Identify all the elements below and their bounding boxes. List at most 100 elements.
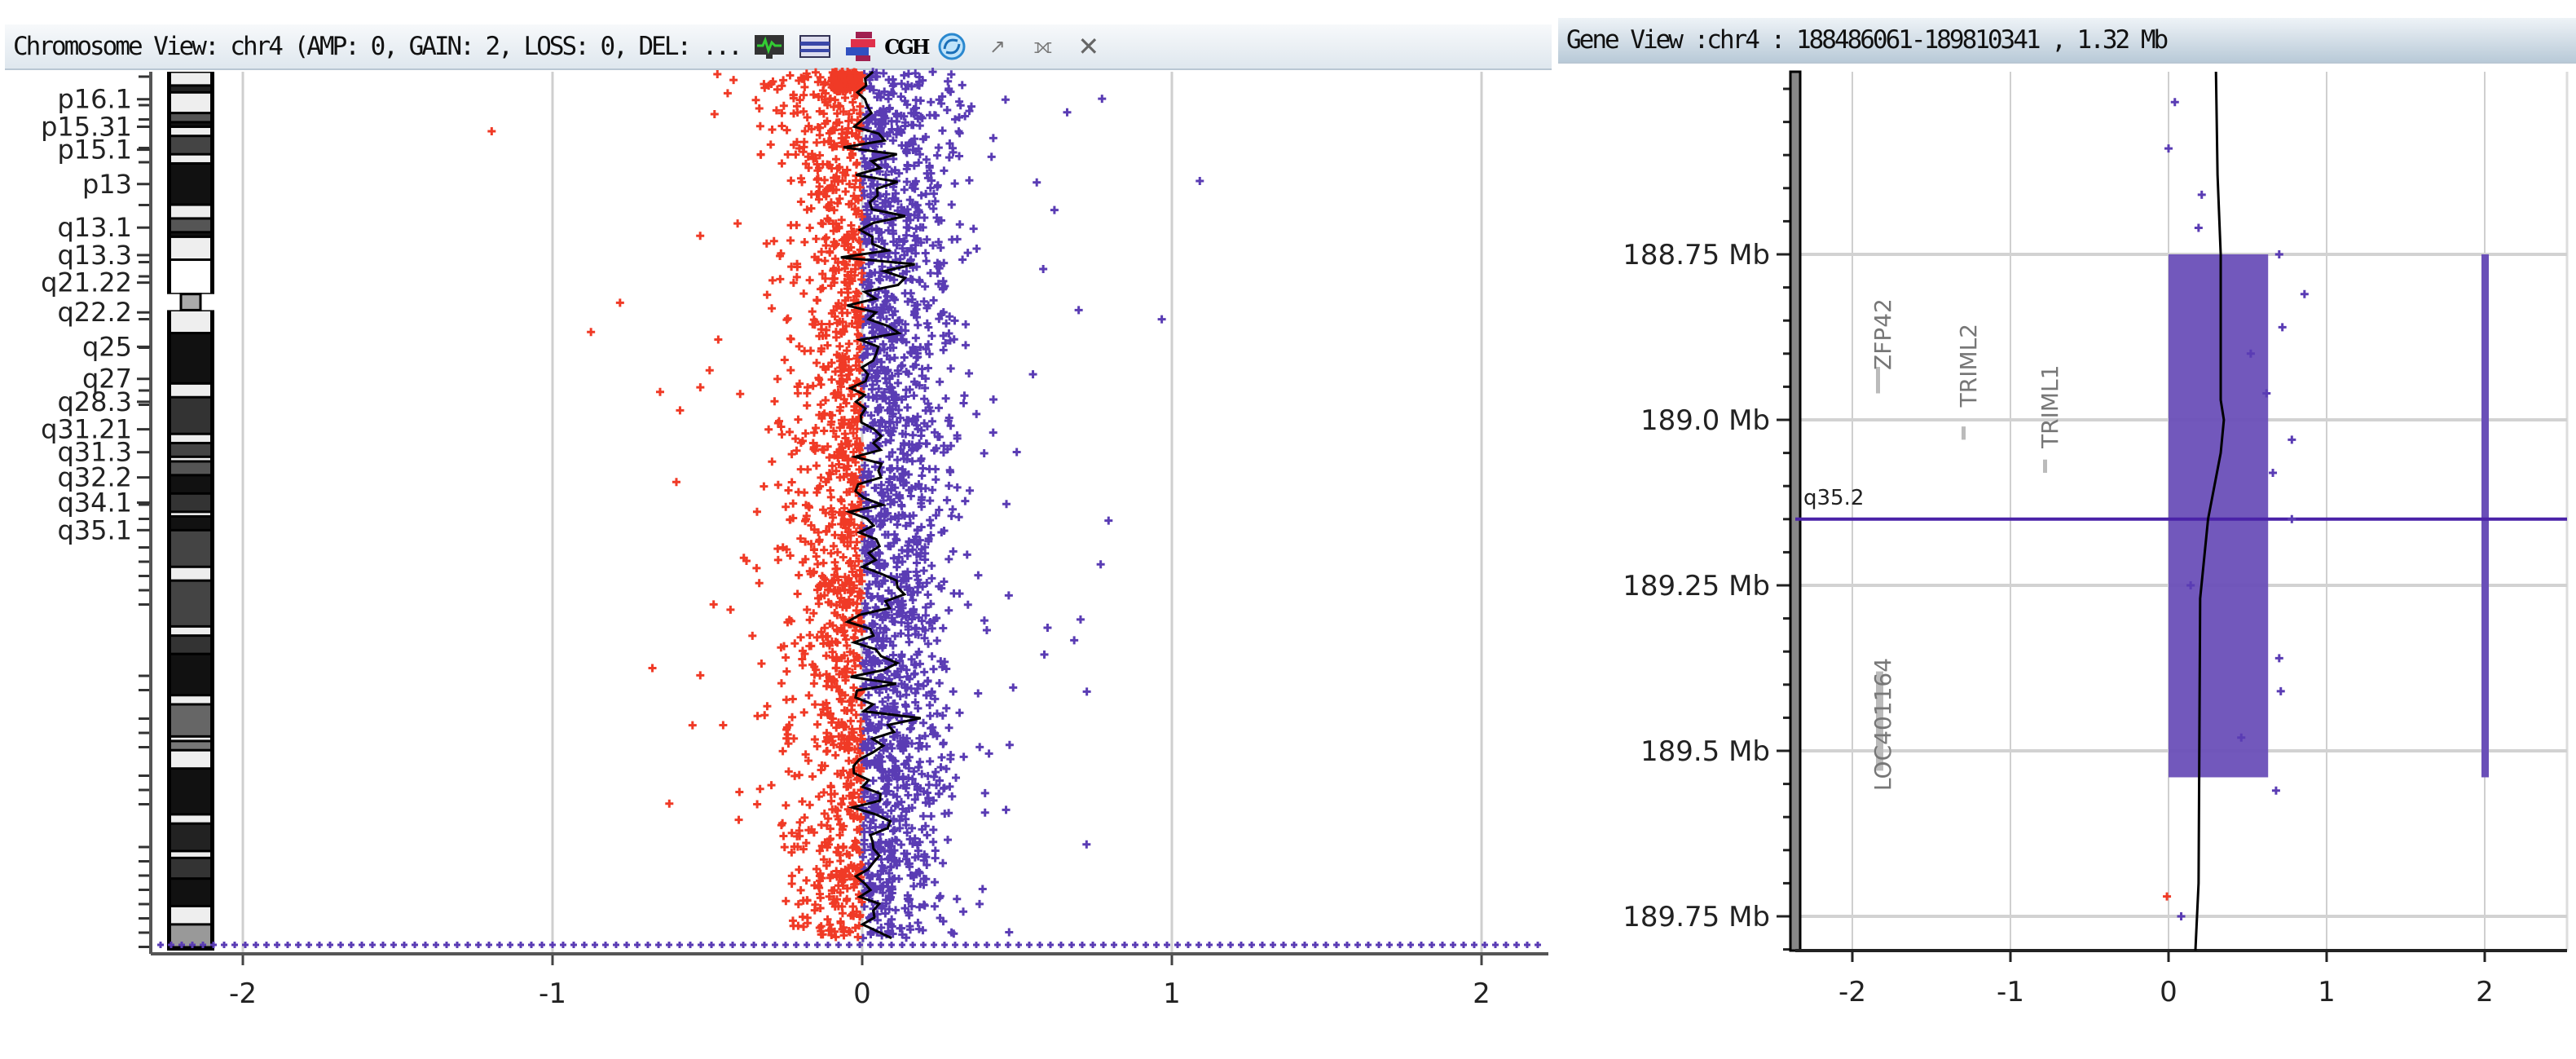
chromosome-band	[171, 852, 210, 857]
chromosome-band	[171, 457, 210, 461]
chromosome-band	[171, 164, 210, 204]
band-label: q35.1	[57, 514, 132, 545]
chromosome-band	[171, 311, 210, 333]
band-label: p16.1	[57, 84, 132, 115]
chromosome-band	[171, 531, 210, 566]
y-tick-label: 189.75 Mb	[1623, 901, 1770, 933]
data-point	[2271, 786, 2280, 795]
x-tick-label: 0	[853, 977, 871, 1010]
x-tick-label: 2	[2476, 976, 2494, 1008]
chromosome-band	[171, 73, 210, 85]
chromosome-band	[171, 517, 210, 529]
centromere	[179, 293, 202, 311]
data-point	[2163, 892, 2172, 901]
chromosome-band	[171, 155, 210, 162]
chromosome-band	[171, 824, 210, 850]
gene-label: LOC401164	[1869, 658, 1896, 791]
band-label: q34.1	[57, 488, 132, 518]
gene-label: TRIML1	[2037, 365, 2063, 449]
chromosome-band	[171, 627, 210, 635]
y-tick-label: 188.75 Mb	[1623, 239, 1770, 271]
chromosome-band	[171, 398, 210, 433]
chromosome-band	[171, 476, 210, 492]
band-label: q22.2	[57, 297, 132, 328]
data-point	[2274, 250, 2283, 258]
chromosome-band	[171, 123, 210, 126]
app-window: Chromosome View: chr4 (AMP: 0, GAIN: 2, …	[0, 0, 2576, 1059]
chromosome-band	[171, 334, 210, 382]
chromosome-band	[171, 384, 210, 396]
x-tick-label: -2	[229, 977, 257, 1010]
chromosome-band	[171, 581, 210, 625]
chromosome-band	[171, 696, 210, 704]
band-label: q28.3	[57, 386, 132, 417]
data-point	[2278, 323, 2287, 332]
band-label: p15.1	[57, 135, 132, 165]
chromosome-band	[171, 737, 210, 740]
chromosome-band	[171, 462, 210, 474]
chromosome-band	[171, 127, 210, 135]
gain-segment	[2169, 254, 2269, 778]
chromosome-band	[171, 219, 210, 232]
chromosome-band	[171, 815, 210, 823]
chromosome-band	[171, 567, 210, 580]
gene-body	[2043, 459, 2047, 473]
band-marker-label: q35.2	[1803, 486, 1864, 510]
chromosome-band	[171, 770, 210, 814]
gene-view-plot[interactable]: -2 -1 0 1 2 188.75 Mb 189.0 Mb 189.25 Mb 189.5 M…	[1623, 70, 2569, 1008]
band-label: p13	[82, 169, 132, 200]
data-point	[2276, 686, 2285, 695]
data-point	[2170, 98, 2179, 107]
gain-call-bar	[2481, 254, 2489, 778]
x-tick-label: -2	[1838, 976, 1866, 1008]
data-point	[2177, 912, 2186, 920]
data-point	[2164, 144, 2173, 153]
y-axis-bar	[1789, 70, 1802, 952]
chromosome-band	[171, 435, 210, 442]
x-tick-label: -1	[539, 977, 566, 1010]
chromosome-band	[171, 705, 210, 735]
data-point	[2269, 468, 2278, 477]
x-tick-label: -1	[1997, 976, 2024, 1008]
x-tick-label: 0	[2160, 976, 2177, 1008]
band-label: q21.22	[41, 267, 132, 298]
chromosome-band	[171, 86, 210, 91]
band-label: q13.1	[57, 212, 132, 243]
chromosome-band	[171, 261, 210, 293]
chromosome-band	[171, 237, 210, 259]
chromosome-band	[171, 858, 210, 878]
data-point	[2194, 223, 2203, 232]
y-tick-label: 189.25 Mb	[1623, 570, 1770, 602]
data-point	[2274, 654, 2283, 663]
chromosome-band	[171, 880, 210, 905]
y-tick-label: 189.5 Mb	[1640, 735, 1770, 768]
gene-label: TRIML2	[1955, 324, 1982, 408]
chromosome-band	[171, 513, 210, 515]
chromosome-band	[171, 137, 210, 153]
chromosome-band	[171, 637, 210, 653]
band-label: q25	[82, 331, 132, 362]
chromosome-band	[171, 494, 210, 511]
data-point	[2197, 190, 2206, 199]
data-point	[2288, 514, 2296, 523]
data-point	[2288, 435, 2296, 444]
y-tick-label: 189.0 Mb	[1640, 404, 1770, 437]
chromosome-band	[171, 925, 210, 946]
x-tick-label: 1	[2318, 976, 2336, 1008]
gene-body	[1962, 426, 1966, 440]
chromosome-band	[171, 93, 210, 113]
chromosome-band	[171, 751, 210, 768]
chromosome-view-plot[interactable]: -2 -1 0 1 2p16.1p15.31p15.1p13q13.1q13.3q21.…	[41, 68, 1548, 1010]
gene-label: ZFP42	[1869, 298, 1896, 370]
x-tick-label: 1	[1163, 977, 1181, 1010]
chromosome-band	[171, 205, 210, 218]
plots-canvas: -2 -1 0 1 2p16.1p15.31p15.1p13q13.1q13.3q21.…	[41, 68, 2569, 1010]
band-label: q13.3	[57, 240, 132, 271]
chromosome-band	[171, 742, 210, 749]
chromosome-band	[171, 443, 210, 456]
chromosome-band	[171, 114, 210, 121]
data-point	[2300, 289, 2309, 298]
x-tick-label: 2	[1473, 977, 1491, 1010]
chromosome-band	[171, 907, 210, 924]
chromosome-band	[171, 655, 210, 695]
